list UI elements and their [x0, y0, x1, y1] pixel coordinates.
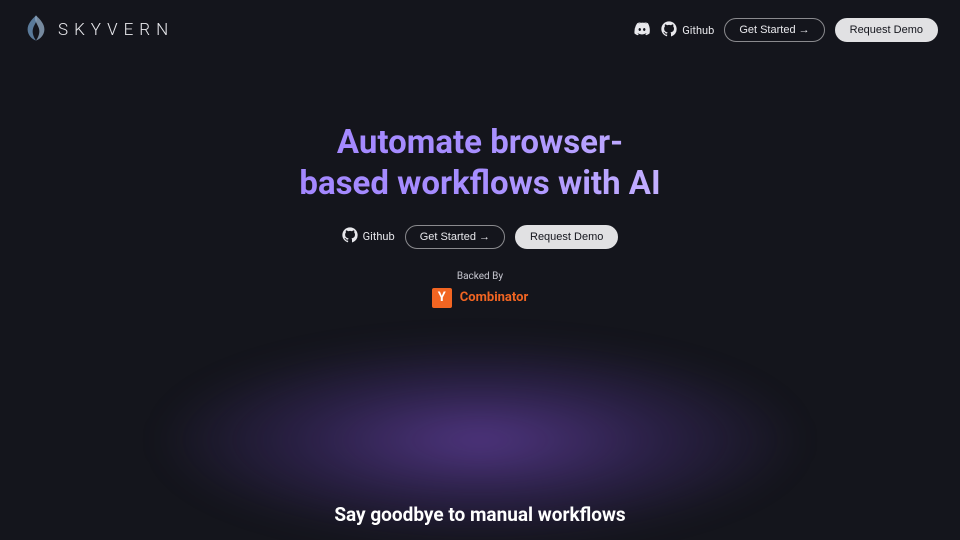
brand-mark-icon — [22, 14, 50, 46]
site-header: SKYVERN Github Get Started → Request Dem… — [0, 0, 960, 60]
brand-logo[interactable]: SKYVERN — [22, 14, 174, 46]
github-link-hero[interactable]: Github — [342, 227, 395, 246]
brand-name: SKYVERN — [58, 20, 174, 40]
backed-by-label: Backed By — [457, 271, 503, 282]
github-label: Github — [363, 230, 395, 243]
hero-title-line2: based workflows with AI — [299, 164, 660, 203]
github-icon — [661, 21, 677, 40]
subheadline: Say goodbye to manual workflows — [0, 503, 960, 526]
github-link-top[interactable]: Github — [661, 21, 714, 40]
request-demo-button-hero[interactable]: Request Demo — [515, 225, 618, 249]
get-started-button-hero[interactable]: Get Started → — [405, 225, 505, 249]
github-icon — [342, 227, 358, 246]
discord-icon — [633, 20, 651, 41]
yc-badge: Y Combinator — [432, 288, 528, 308]
request-demo-button-top[interactable]: Request Demo — [835, 18, 938, 42]
hero-cta-row: Github Get Started → Request Demo — [0, 225, 960, 249]
hero-title: Automate browser- based workflows with A… — [0, 122, 960, 205]
discord-link[interactable] — [633, 20, 651, 41]
get-started-button-top[interactable]: Get Started → — [724, 18, 824, 42]
backed-by: Backed By Y Combinator — [0, 271, 960, 308]
top-nav: Github Get Started → Request Demo — [633, 18, 938, 42]
yc-name: Combinator — [460, 290, 528, 305]
hero-section: Automate browser- based workflows with A… — [0, 60, 960, 308]
hero-title-line1: Automate browser- — [337, 123, 623, 162]
yc-logo-icon: Y — [432, 288, 452, 308]
github-label: Github — [682, 24, 714, 37]
